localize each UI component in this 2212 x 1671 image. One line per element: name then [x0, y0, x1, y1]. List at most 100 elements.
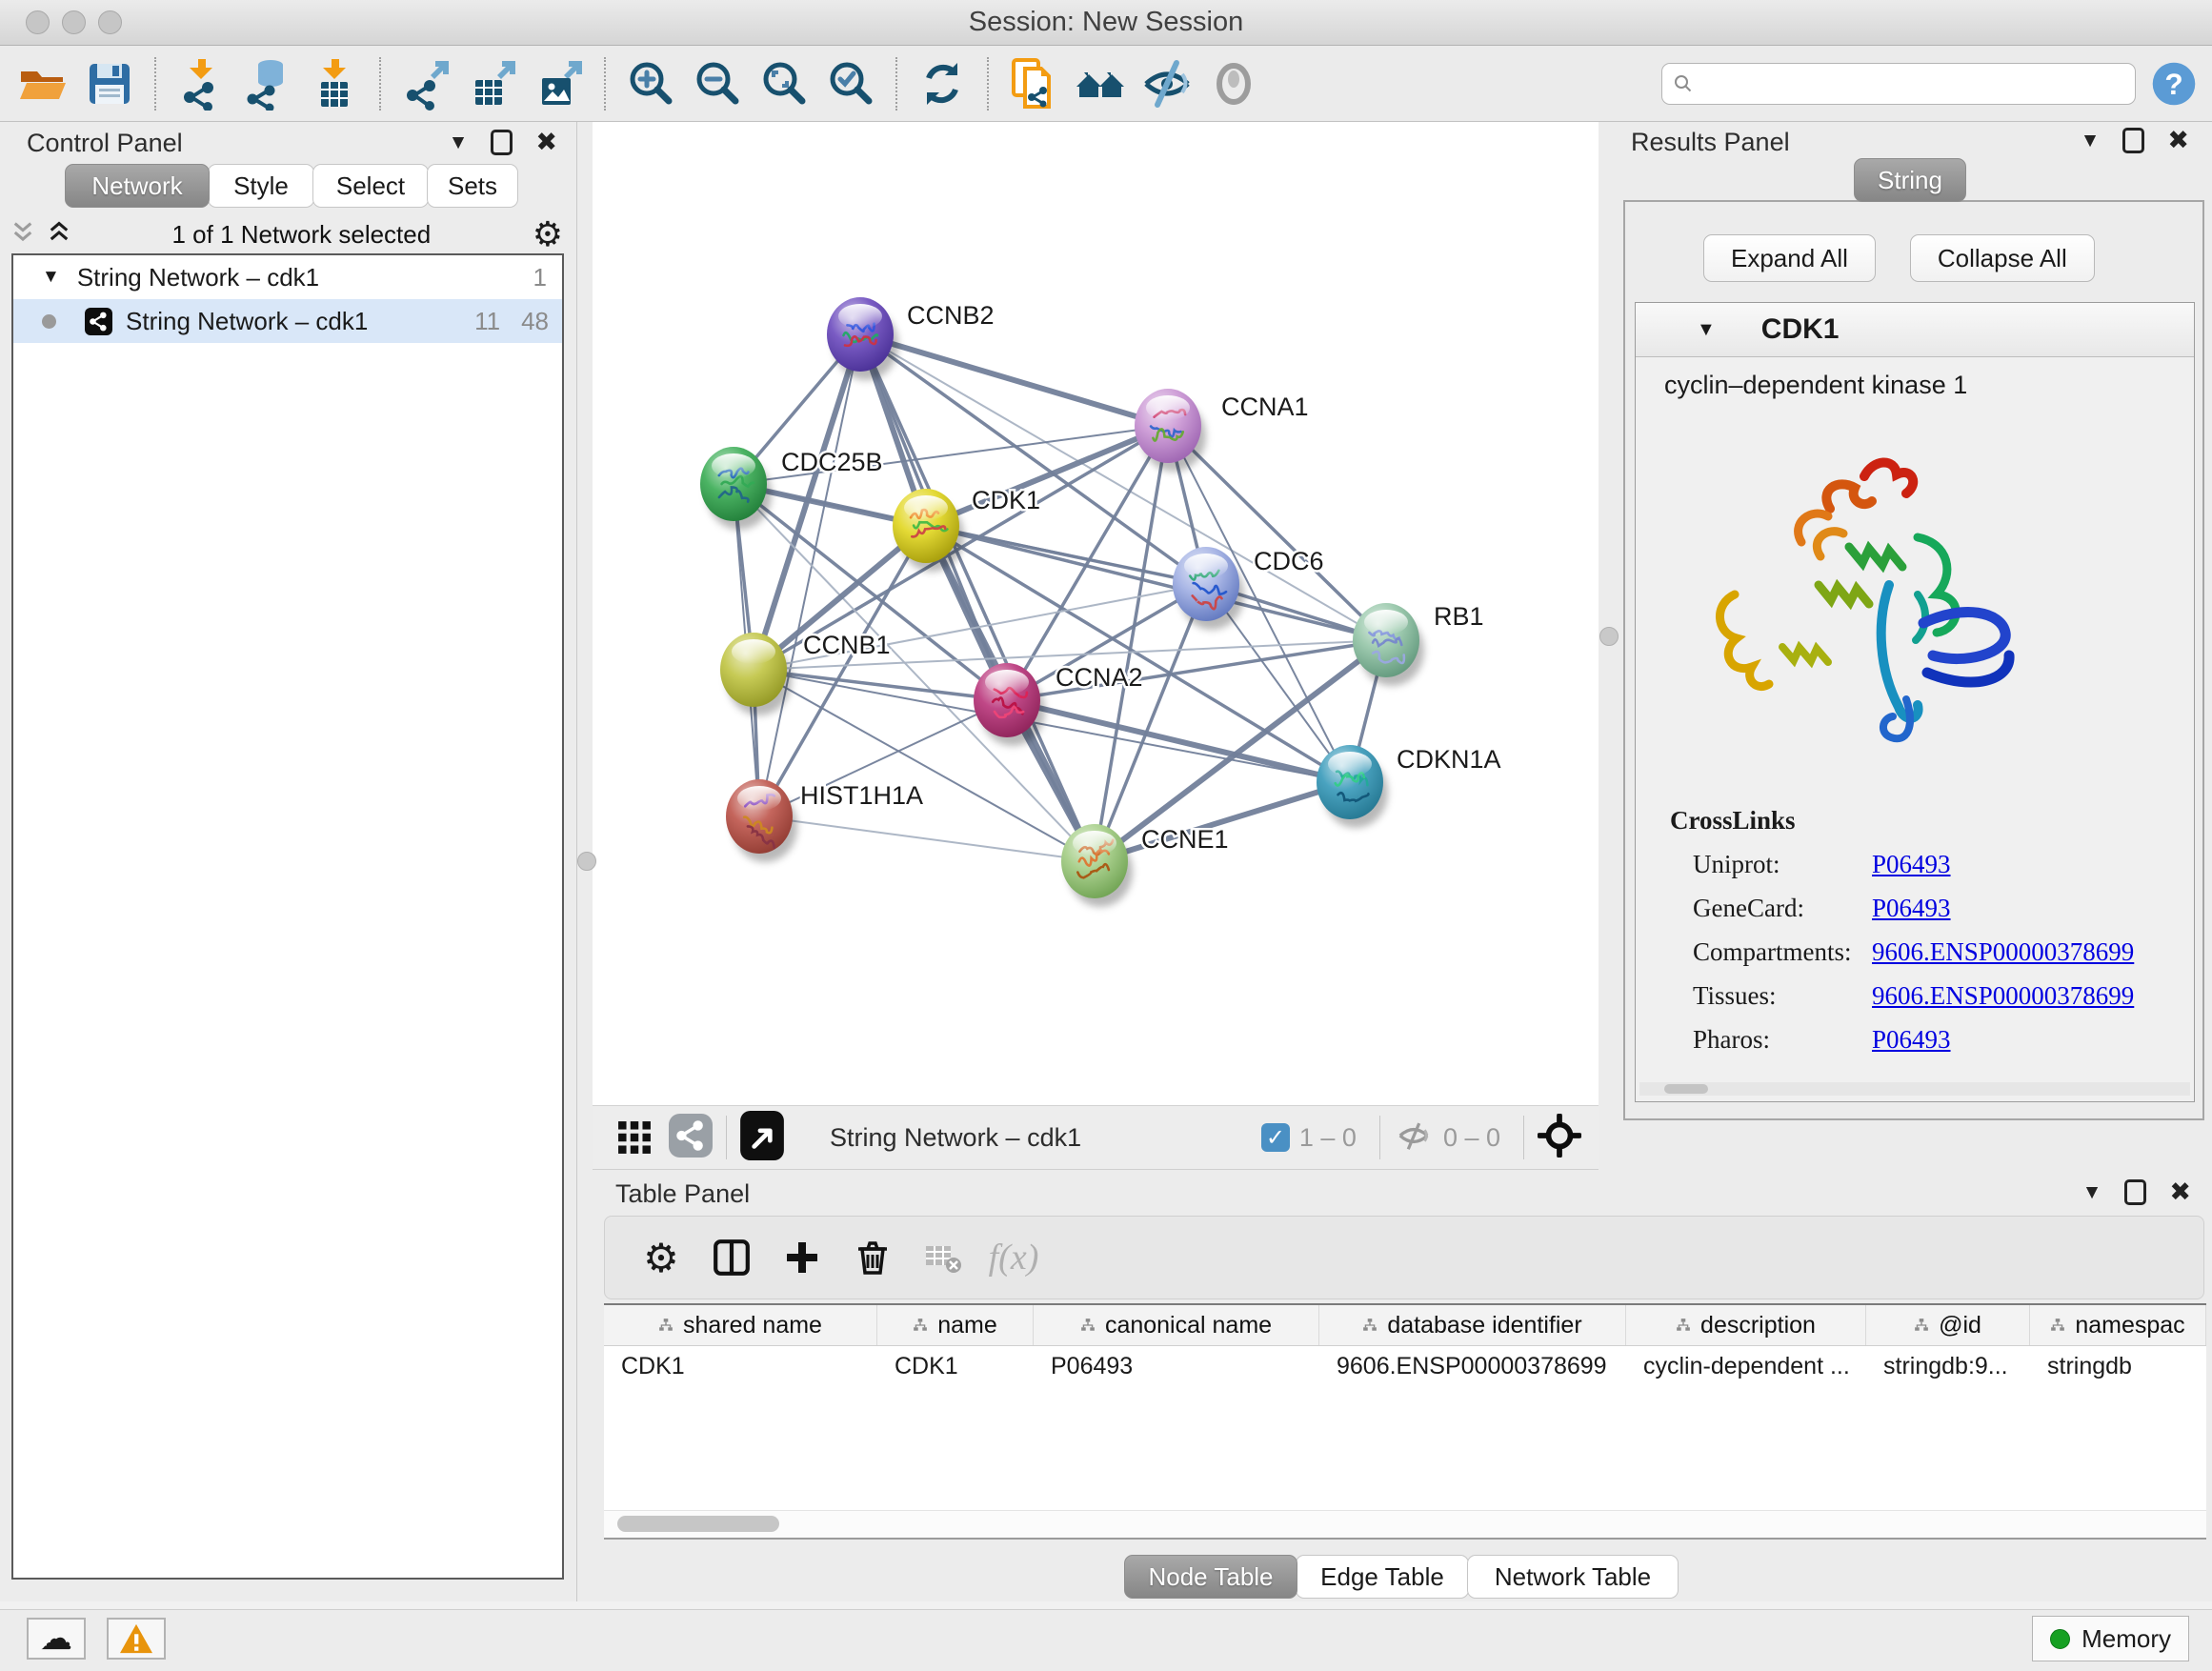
delete-column-trash-icon[interactable] — [837, 1229, 908, 1286]
tab-style[interactable]: Style — [208, 164, 314, 208]
column-header-shared-name[interactable]: shared name — [604, 1305, 877, 1345]
table-cell[interactable]: cyclin-dependent ... — [1626, 1346, 1866, 1386]
column-header-name[interactable]: name — [877, 1305, 1034, 1345]
selected-count-checkbox[interactable]: ✓ — [1261, 1123, 1290, 1152]
node-CCNA2[interactable] — [974, 663, 1045, 746]
network-options-gear-icon[interactable]: ⚙ — [533, 217, 563, 252]
node-CCNA1[interactable] — [1135, 389, 1206, 472]
crosslink-link[interactable]: 9606.ENSP00000378699 — [1872, 937, 2134, 967]
export-table-button[interactable] — [459, 52, 526, 115]
search-input[interactable] — [1695, 69, 2125, 98]
tab-network-table[interactable]: Network Table — [1467, 1555, 1679, 1599]
apply-layout-button[interactable] — [909, 52, 975, 115]
import-network-from-database-button[interactable] — [234, 52, 301, 115]
tab-select[interactable]: Select — [312, 164, 429, 208]
memory-button[interactable]: Memory — [2032, 1616, 2189, 1661]
column-header-database-identifier[interactable]: database identifier — [1319, 1305, 1626, 1345]
expand-all-button[interactable]: Expand All — [1703, 234, 1876, 282]
tab-string[interactable]: String — [1854, 158, 1966, 202]
import-table-button[interactable] — [301, 52, 368, 115]
table-options-gear-icon[interactable]: ⚙ — [626, 1229, 696, 1286]
open-in-new-window-icon[interactable] — [740, 1111, 784, 1165]
cloud-status-button[interactable]: ☁ — [27, 1618, 86, 1660]
panel-close-icon[interactable]: ✖ — [2169, 1178, 2191, 1207]
node-CDC6[interactable] — [1173, 547, 1244, 630]
zoom-out-button[interactable] — [684, 52, 751, 115]
show-all-button[interactable] — [1200, 52, 1267, 115]
create-column-icon[interactable] — [767, 1229, 837, 1286]
panel-float-icon[interactable] — [2122, 128, 2144, 153]
fit-content-crosshair-icon[interactable] — [1538, 1114, 1581, 1162]
table-horizontal-scrollbar[interactable] — [604, 1510, 2206, 1538]
table-cell[interactable]: stringdb — [2030, 1346, 2206, 1386]
gene-entry-header[interactable]: ▼ CDK1 — [1636, 303, 2194, 357]
column-header-canonical-name[interactable]: canonical name — [1034, 1305, 1319, 1345]
panel-float-icon[interactable] — [491, 130, 513, 155]
help-button[interactable]: ? — [2136, 59, 2212, 109]
string-panel-toggle-icon[interactable] — [669, 1114, 713, 1162]
tab-sets[interactable]: Sets — [427, 164, 518, 208]
node-HIST1H1A[interactable] — [726, 779, 797, 862]
edge-CCNB1-CCNA2[interactable] — [754, 670, 1007, 700]
network-collection-row[interactable]: ▼ String Network – cdk1 1 — [13, 255, 562, 299]
show-columns-icon[interactable] — [696, 1229, 767, 1286]
crosslink-link[interactable]: P06493 — [1872, 894, 1951, 923]
first-neighbors-button[interactable] — [1067, 52, 1134, 115]
table-row[interactable]: CDK1CDK1P064939606.ENSP00000378699cyclin… — [604, 1346, 2206, 1386]
table-cell[interactable]: CDK1 — [877, 1346, 1034, 1386]
node-CCNB2[interactable] — [827, 297, 898, 380]
crosslink-link[interactable]: P06493 — [1872, 850, 1951, 879]
network-canvas[interactable]: CCNB2CCNA1CDC25BCDK1CDC6RB1CCNB1CCNA2CDK… — [593, 122, 1599, 1105]
collection-expander-icon[interactable]: ▼ — [42, 267, 60, 288]
crosslink-link[interactable]: 9606.ENSP00000378699 — [1872, 981, 2134, 1011]
panel-float-icon[interactable] — [2124, 1179, 2146, 1205]
node-CDK1[interactable] — [893, 489, 964, 572]
edge-CCNB2-CCNA1[interactable] — [860, 334, 1168, 426]
zoom-fit-button[interactable] — [751, 52, 817, 115]
birds-eye-view-icon[interactable] — [608, 1109, 661, 1166]
search-field[interactable] — [1661, 63, 2136, 105]
open-session-button[interactable] — [10, 52, 76, 115]
node-RB1[interactable] — [1353, 603, 1424, 686]
warnings-button[interactable] — [107, 1618, 166, 1660]
edge-CCNB2-RB1[interactable] — [860, 334, 1386, 640]
node-CDKN1A[interactable] — [1317, 745, 1388, 828]
tab-edge-table[interactable]: Edge Table — [1296, 1555, 1469, 1599]
tab-network[interactable]: Network — [65, 164, 210, 208]
column-header-description[interactable]: description — [1626, 1305, 1866, 1345]
crosslink-link[interactable]: P06493 — [1872, 1025, 1951, 1055]
panel-collapse-icon[interactable]: ▼ — [449, 131, 469, 154]
entry-expander-icon[interactable]: ▼ — [1697, 319, 1716, 341]
edge-CCNA1-CDK1[interactable] — [926, 426, 1168, 526]
panel-collapse-icon[interactable]: ▼ — [2082, 1181, 2102, 1204]
column-header-at-id[interactable]: @id — [1866, 1305, 2030, 1345]
entry-horizontal-scrollbar[interactable] — [1639, 1082, 2190, 1096]
export-image-button[interactable] — [526, 52, 593, 115]
node-CDC25B[interactable] — [700, 447, 772, 530]
panel-close-icon[interactable]: ✖ — [535, 128, 557, 157]
table-cell[interactable]: CDK1 — [604, 1346, 877, 1386]
expand-all-networks-icon[interactable] — [11, 220, 34, 250]
zoom-selected-button[interactable] — [817, 52, 884, 115]
collapse-all-networks-icon[interactable] — [48, 220, 70, 250]
column-header-namespac[interactable]: namespac — [2030, 1305, 2206, 1345]
table-cell[interactable]: 9606.ENSP00000378699 — [1319, 1346, 1626, 1386]
network-row[interactable]: String Network – cdk1 11 48 — [13, 299, 562, 343]
edge-CCNB2-HIST1H1A[interactable] — [759, 334, 860, 816]
save-session-button[interactable] — [76, 52, 143, 115]
collapse-all-button[interactable]: Collapse All — [1910, 234, 2095, 282]
panel-collapse-icon[interactable]: ▼ — [2081, 130, 2101, 152]
edge-HIST1H1A-CCNE1[interactable] — [759, 816, 1095, 861]
table-cell[interactable]: stringdb:9... — [1866, 1346, 2030, 1386]
table-cell[interactable]: P06493 — [1034, 1346, 1319, 1386]
export-network-button[interactable] — [392, 52, 459, 115]
tab-node-table[interactable]: Node Table — [1124, 1555, 1297, 1599]
panel-close-icon[interactable]: ✖ — [2167, 126, 2189, 155]
hide-selected-button[interactable] — [1134, 52, 1200, 115]
import-network-button[interactable] — [168, 52, 234, 115]
zoom-in-button[interactable] — [617, 52, 684, 115]
network-from-selection-button[interactable] — [1000, 52, 1067, 115]
right-panel-divider-handle[interactable] — [1599, 627, 1619, 646]
left-panel-divider-handle[interactable] — [577, 852, 596, 871]
node-CCNE1[interactable] — [1061, 824, 1133, 907]
